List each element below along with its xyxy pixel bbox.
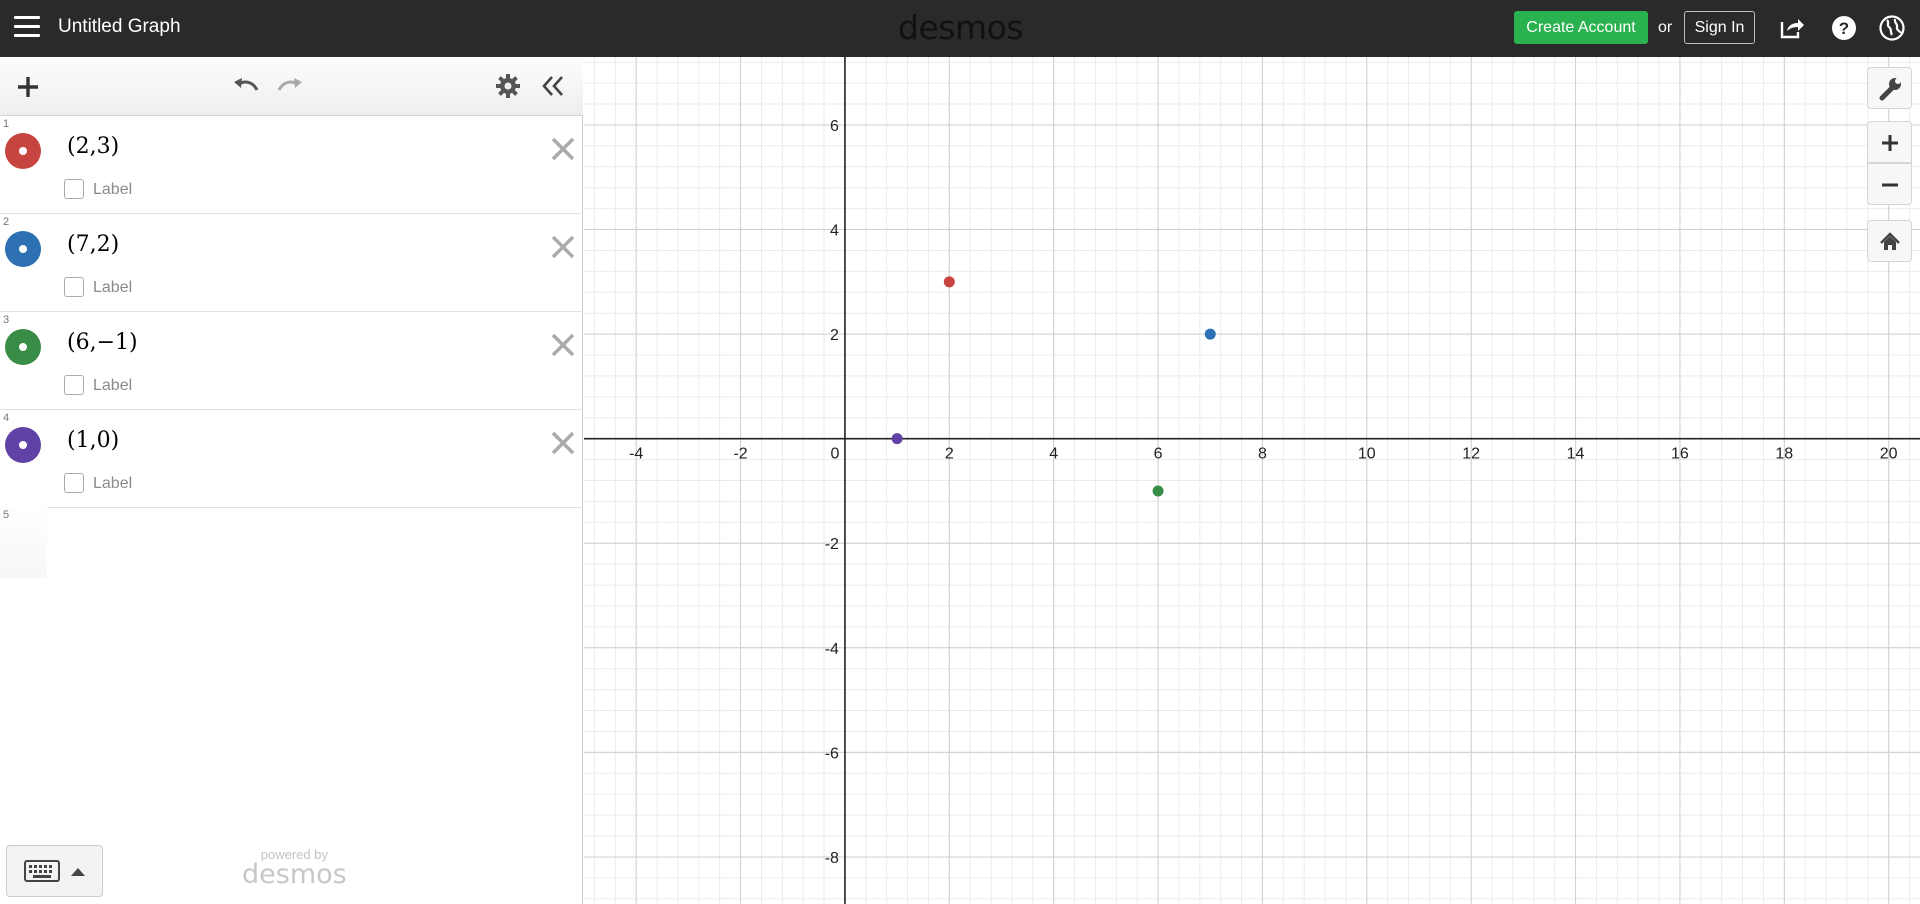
point-color-icon[interactable] [5, 231, 41, 267]
label-checkbox[interactable] [64, 375, 84, 395]
delete-expression-icon[interactable] [550, 136, 576, 162]
delete-expression-icon[interactable] [550, 234, 576, 260]
empty-expression-row[interactable]: 5 [0, 506, 583, 578]
keyboard-icon [24, 860, 85, 882]
graph-canvas[interactable]: -4 -2 0 2 4 6 8 10 12 14 16 18 20 -8 -6 -4 -2 2 4 6 [584, 57, 1920, 904]
graph-settings-button[interactable] [1867, 67, 1912, 109]
point-color-icon[interactable] [5, 133, 41, 169]
zoom-in-button[interactable] [1867, 121, 1912, 163]
x-tick-label: 0 [830, 446, 839, 463]
sign-in-button[interactable]: Sign In [1684, 11, 1755, 44]
graph-paper[interactable]: -4 -2 0 2 4 6 8 10 12 14 16 18 20 -8 -6 -4 -2 2 4 6 [584, 57, 1920, 904]
y-tick-label: -4 [825, 641, 839, 658]
x-tick-label: -4 [629, 446, 643, 463]
delete-expression-icon[interactable] [550, 430, 576, 456]
plus-icon [1882, 135, 1898, 151]
expression-number: 3 [3, 314, 10, 326]
create-account-button[interactable]: Create Account [1514, 11, 1648, 44]
point-color-icon[interactable] [5, 427, 41, 463]
point-color-icon[interactable] [5, 329, 41, 365]
expression-number: 2 [3, 216, 10, 228]
expression-toolbar [0, 57, 583, 116]
undo-icon[interactable] [231, 74, 261, 105]
label-text: Label [93, 377, 133, 394]
x-tick-label: 6 [1154, 446, 1163, 463]
menu-icon[interactable] [14, 16, 40, 38]
expression-number: 1 [3, 118, 10, 130]
label-text: Label [93, 181, 133, 198]
x-tick-label: 12 [1462, 446, 1480, 463]
x-tick-label: 16 [1671, 446, 1689, 463]
y-tick-label: -2 [825, 536, 839, 553]
y-tick-label: -6 [825, 745, 839, 762]
y-tick-label: 2 [830, 327, 839, 344]
label-checkbox[interactable] [64, 179, 84, 199]
x-tick-label: 8 [1258, 446, 1267, 463]
expression-row[interactable]: 2 (7,2) Label [0, 214, 583, 312]
x-tick-label: 18 [1775, 446, 1793, 463]
y-tick-label: 4 [830, 223, 839, 240]
expression-input[interactable]: (7,2) [67, 232, 119, 257]
expression-input[interactable]: (6,−1) [67, 330, 138, 355]
collapse-panel-icon[interactable] [540, 73, 566, 104]
y-tick-label: -8 [825, 850, 839, 867]
x-tick-label: 4 [1049, 446, 1058, 463]
graph-point [891, 433, 903, 445]
desmos-logo: desmos [898, 8, 1023, 47]
add-item-icon[interactable] [15, 74, 41, 105]
svg-text:?: ? [1839, 19, 1849, 38]
x-tick-label: -2 [733, 446, 747, 463]
label-text: Label [93, 279, 133, 296]
graph-title[interactable]: Untitled Graph [58, 16, 181, 38]
label-text: Label [93, 475, 133, 492]
x-tick-label: 20 [1880, 446, 1898, 463]
keyboard-toggle-button[interactable] [6, 845, 103, 897]
y-tick-label: 6 [830, 118, 839, 135]
delete-expression-icon[interactable] [550, 332, 576, 358]
minus-icon [1882, 183, 1898, 187]
top-bar: Untitled Graph desmos Create Account or … [0, 0, 1920, 57]
or-text: or [1658, 19, 1673, 36]
expression-panel: 1 (2,3) Label 2 (7,2) Label 3 (6,−1) Label 4 (1,0)… [0, 57, 583, 904]
share-icon[interactable] [1778, 14, 1806, 42]
expression-input[interactable]: (1,0) [67, 428, 119, 453]
x-tick-label: 2 [945, 446, 954, 463]
graph-point [943, 276, 955, 288]
x-tick-label: 14 [1567, 446, 1585, 463]
expression-row[interactable]: 1 (2,3) Label [0, 116, 583, 214]
redo-icon[interactable] [275, 74, 305, 105]
expression-row[interactable]: 3 (6,−1) Label [0, 312, 583, 410]
label-checkbox[interactable] [64, 277, 84, 297]
graph-point [1204, 328, 1216, 340]
expression-number: 4 [3, 412, 10, 424]
globe-icon[interactable] [1878, 14, 1906, 42]
help-icon[interactable]: ? [1830, 14, 1858, 42]
settings-gear-icon[interactable] [495, 73, 521, 104]
home-icon [1880, 232, 1900, 250]
graph-point [1152, 485, 1164, 497]
expression-row[interactable]: 4 (1,0) Label [0, 410, 583, 508]
zoom-out-button[interactable] [1867, 163, 1912, 205]
expression-number: 5 [3, 509, 10, 521]
label-checkbox[interactable] [64, 473, 84, 493]
x-tick-label: 10 [1358, 446, 1376, 463]
expression-input[interactable]: (2,3) [67, 134, 119, 159]
default-viewport-button[interactable] [1867, 220, 1912, 262]
wrench-icon [1879, 78, 1901, 101]
powered-by-desmos: powered by desmos [242, 847, 347, 890]
